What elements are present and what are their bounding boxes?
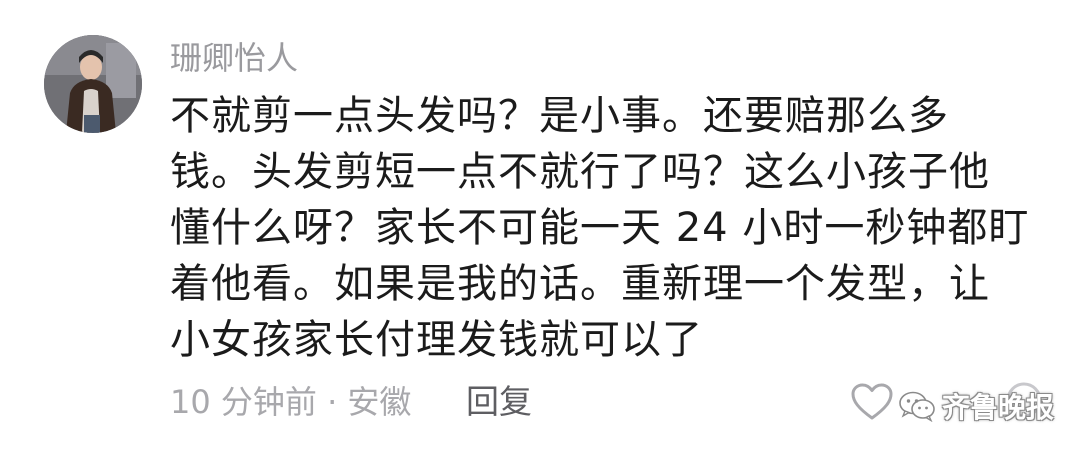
- username[interactable]: 珊卿怡人: [170, 34, 298, 82]
- comment-item: 珊卿怡人 不就剪一点头发吗？是小事。还要赔那么多 钱。头发剪短一点不就行了吗？这…: [0, 0, 1080, 453]
- avatar-image: [44, 35, 142, 133]
- heart-outline-icon[interactable]: [850, 382, 894, 422]
- comment-text: 不就剪一点头发吗？是小事。还要赔那么多 钱。头发剪短一点不就行了吗？这么小孩子他…: [170, 88, 1030, 368]
- comment-text-line: 钱。头发剪短一点不就行了吗？这么小孩子他: [170, 149, 990, 195]
- watermark-text: 齐鲁晚报: [942, 391, 1055, 424]
- comment-text-line: 小女孩家长付理发钱就可以了: [170, 317, 703, 363]
- reply-button[interactable]: 回复: [466, 378, 532, 426]
- watermark: 齐鲁晚报: [898, 386, 1054, 426]
- wechat-icon: [899, 391, 935, 422]
- comment-text-line: 不就剪一点头发吗？是小事。还要赔那么多: [170, 93, 949, 139]
- comment-text-line: 懂什么呀？家长不可能一天 24 小时一秒钟都盯: [170, 205, 1030, 251]
- comment-meta: 10 分钟前 · 安徽: [170, 383, 412, 421]
- comment-text-line: 着他看。如果是我的话。重新理一个发型，让: [170, 261, 990, 307]
- avatar[interactable]: [44, 35, 142, 133]
